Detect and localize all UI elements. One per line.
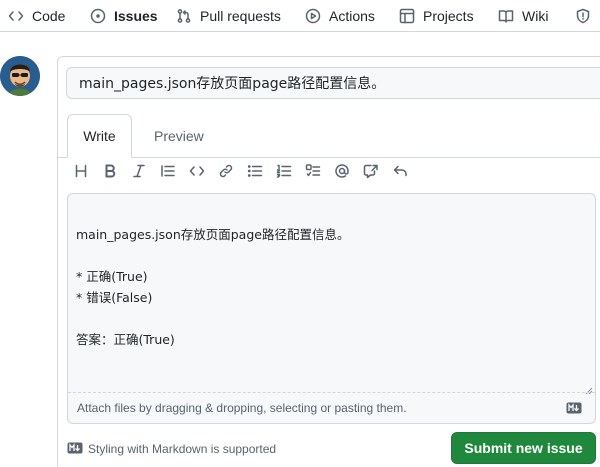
quote-button[interactable] <box>153 159 182 187</box>
tab-write[interactable]: Write <box>67 114 132 158</box>
submit-new-issue-button[interactable]: Submit new issue <box>451 432 596 464</box>
tab-issues[interactable]: Issues <box>90 0 158 31</box>
resize-handle[interactable] <box>585 382 593 395</box>
mention-icon <box>334 163 350 184</box>
tab-preview[interactable]: Preview <box>154 114 204 158</box>
heading-button[interactable] <box>66 159 95 187</box>
code-icon <box>8 8 24 24</box>
markdown-support-note[interactable]: Styling with Markdown is supported <box>67 440 276 458</box>
issue-title-input[interactable]: main_pages.json存放页面page路径配置信息。 <box>66 67 600 99</box>
book-icon <box>498 8 514 24</box>
markdown-icon <box>566 402 582 414</box>
tab-wiki[interactable]: Wiki <box>498 0 549 31</box>
attach-files-bar[interactable]: Attach files by dragging & dropping, sel… <box>68 392 595 423</box>
avatar[interactable] <box>0 56 40 96</box>
tab-security[interactable] <box>575 0 599 31</box>
bold-icon <box>102 163 118 184</box>
tab-pull-requests[interactable]: Pull requests <box>176 0 281 31</box>
bold-button[interactable] <box>95 159 124 187</box>
attach-files-hint: Attach files by dragging & dropping, sel… <box>77 401 407 415</box>
tab-issues-label: Issues <box>114 8 158 24</box>
shield-icon <box>575 8 591 24</box>
tab-code[interactable]: Code <box>8 0 66 31</box>
markdown-support-label: Styling with Markdown is supported <box>88 442 277 456</box>
link-button[interactable] <box>211 159 240 187</box>
quote-icon <box>160 163 176 184</box>
task-list-button[interactable] <box>298 159 327 187</box>
italic-icon <box>131 163 147 184</box>
code-icon <box>189 163 205 184</box>
tab-projects-label: Projects <box>423 8 474 24</box>
italic-button[interactable] <box>124 159 153 187</box>
table-icon <box>399 8 415 24</box>
reference-button[interactable] <box>356 159 385 187</box>
markdown-toolbar <box>66 157 414 189</box>
tab-wiki-label: Wiki <box>522 8 549 24</box>
tab-code-label: Code <box>32 8 66 24</box>
repo-nav: Code Issues Pull requests Actions Projec… <box>0 0 600 32</box>
mention-button[interactable] <box>327 159 356 187</box>
list-unordered-icon <box>247 163 263 184</box>
code-button[interactable] <box>182 159 211 187</box>
tab-actions[interactable]: Actions <box>305 0 375 31</box>
cross-reference-icon <box>363 163 379 184</box>
tab-projects[interactable]: Projects <box>399 0 474 31</box>
reply-icon <box>392 163 408 184</box>
undo-button[interactable] <box>385 159 414 187</box>
tab-pull-requests-label: Pull requests <box>200 8 281 24</box>
list-ordered-icon <box>276 163 292 184</box>
issue-icon <box>90 8 106 24</box>
tasklist-icon <box>305 163 321 184</box>
play-icon <box>305 8 321 24</box>
tab-actions-label: Actions <box>329 8 375 24</box>
issue-title-value: main_pages.json存放页面page路径配置信息。 <box>79 76 386 92</box>
link-icon <box>218 163 234 184</box>
pull-request-icon <box>176 8 192 24</box>
heading-icon <box>73 163 89 184</box>
ordered-list-button[interactable] <box>269 159 298 187</box>
issue-body-text: main_pages.json存放页面page路径配置信息。 * 正确(True… <box>76 227 350 347</box>
markdown-icon <box>67 442 88 457</box>
unordered-list-button[interactable] <box>240 159 269 187</box>
issue-body-textarea[interactable]: main_pages.json存放页面page路径配置信息。 * 正确(True… <box>67 193 596 424</box>
editor-tabs: Write Preview <box>58 114 600 158</box>
